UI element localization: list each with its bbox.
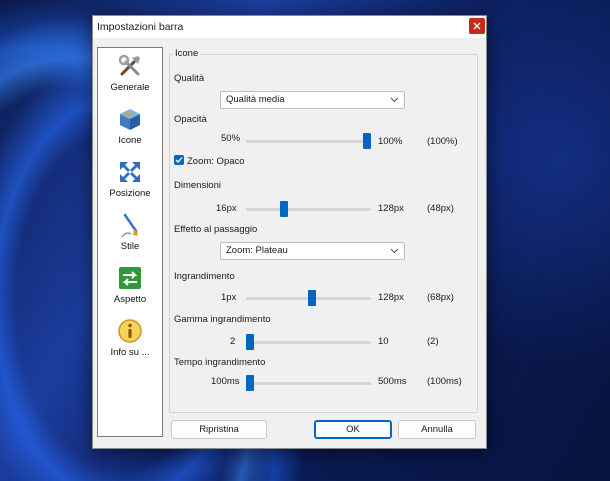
magnification-max: 128px	[378, 292, 404, 303]
sidebar-item-label: Icone	[118, 135, 142, 146]
hover-effect-label: Effetto al passaggio	[174, 224, 258, 235]
magnification-current: (68px)	[427, 292, 454, 303]
group-title: Icone	[173, 48, 201, 59]
quality-label: Qualità	[174, 73, 205, 84]
magnification-time-track[interactable]	[246, 382, 371, 385]
sidebar-item-stile[interactable]: Stile	[98, 211, 162, 252]
chevron-down-icon	[390, 97, 399, 103]
sidebar-item-info[interactable]: Info su ...	[98, 317, 162, 358]
sidebar-item-generale[interactable]: Generale	[98, 52, 162, 93]
sidebar-item-label: Aspetto	[113, 294, 147, 305]
info-icon	[118, 319, 142, 343]
magnification-range-track[interactable]	[246, 341, 371, 344]
sidebar-item-label: Generale	[110, 82, 150, 93]
checkmark-icon	[175, 157, 183, 163]
zoom-opaque-checkbox[interactable]	[174, 155, 184, 165]
magnification-time-slider-thumb[interactable]	[246, 375, 254, 391]
reset-button[interactable]: Ripristina	[171, 420, 267, 439]
window-title: Impostazioni barra	[97, 21, 184, 33]
title-bar[interactable]: Impostazioni barra	[93, 16, 486, 38]
opacity-current: (100%)	[427, 136, 458, 147]
sidebar: Generale Icone Posizione Stile Aspetto I…	[97, 47, 163, 437]
chevron-down-icon	[390, 248, 399, 254]
sidebar-item-icone[interactable]: Icone	[98, 105, 162, 146]
magnification-time-current: (100ms)	[427, 376, 462, 387]
close-icon	[473, 22, 481, 30]
dimensions-label: Dimensioni	[174, 180, 221, 191]
opacity-label: Opacità	[174, 114, 207, 125]
opacity-track[interactable]	[246, 140, 371, 143]
magnification-range-min: 2	[230, 336, 236, 347]
brush-icon	[121, 213, 138, 238]
sidebar-item-label: Posizione	[109, 188, 151, 199]
cancel-button[interactable]: Annulla	[398, 420, 476, 439]
opacity-max: 100%	[378, 136, 403, 147]
swap-arrows-icon	[119, 267, 141, 289]
opacity-slider-thumb[interactable]	[363, 133, 371, 149]
hover-effect-select[interactable]: Zoom: Plateau	[220, 242, 405, 260]
sidebar-item-label: Info su ...	[110, 347, 150, 358]
arrows-icon	[120, 162, 140, 182]
quality-select[interactable]: Qualità media	[220, 91, 405, 109]
sidebar-item-posizione[interactable]: Posizione	[98, 158, 162, 199]
close-button[interactable]	[469, 18, 485, 34]
quality-value: Qualità media	[226, 94, 285, 105]
magnification-min: 1px	[221, 292, 237, 303]
dimensions-track[interactable]	[246, 208, 371, 211]
dimensions-max: 128px	[378, 203, 404, 214]
dimensions-current: (48px)	[427, 203, 454, 214]
magnification-time-max: 500ms	[378, 376, 407, 387]
zoom-opaque-label[interactable]: Zoom: Opaco	[187, 156, 245, 167]
magnification-range-slider-thumb[interactable]	[246, 334, 254, 350]
magnification-time-min: 100ms	[211, 376, 240, 387]
box-icon	[120, 109, 140, 130]
magnification-slider-thumb[interactable]	[308, 290, 316, 306]
magnification-time-label: Tempo ingrandimento	[174, 357, 266, 368]
tools-icon	[118, 54, 140, 76]
magnification-range-current: (2)	[427, 336, 439, 347]
opacity-min: 50%	[221, 133, 241, 144]
magnification-range-label: Gamma ingrandimento	[174, 314, 271, 325]
dimensions-min: 16px	[216, 203, 237, 214]
ok-button[interactable]: OK	[314, 420, 392, 439]
hover-effect-value: Zoom: Plateau	[226, 245, 288, 256]
magnification-label: Ingrandimento	[174, 271, 235, 282]
magnification-range-max: 10	[378, 336, 389, 347]
settings-dialog: Impostazioni barra Generale Icone Posizi…	[92, 15, 487, 449]
sidebar-item-label: Stile	[120, 241, 140, 252]
sidebar-item-aspetto[interactable]: Aspetto	[98, 264, 162, 305]
dimensions-slider-thumb[interactable]	[279, 201, 288, 217]
